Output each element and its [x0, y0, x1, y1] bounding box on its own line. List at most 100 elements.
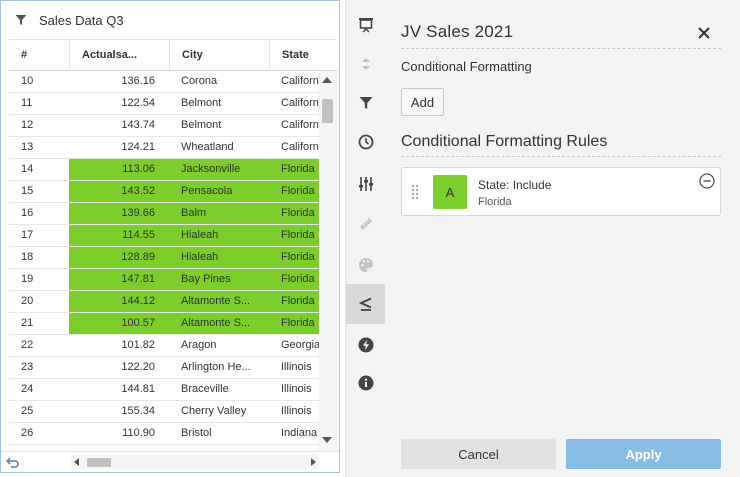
- table-row[interactable]: 24 144.81 Braceville Illinois: [9, 379, 319, 401]
- cell-city[interactable]: Aragon: [169, 335, 269, 356]
- toolbar-presentation[interactable]: [346, 5, 386, 45]
- toolbar-palette[interactable]: [346, 245, 386, 285]
- cell-actualsales[interactable]: 101.82: [69, 335, 169, 356]
- cell-state[interactable]: Californ: [269, 93, 319, 114]
- cell-index[interactable]: 10: [9, 71, 69, 92]
- table-row[interactable]: 18 128.89 Hialeah Florida: [9, 247, 319, 269]
- rule-color-swatch[interactable]: A: [433, 175, 467, 209]
- cell-index[interactable]: 15: [9, 181, 69, 202]
- cell-index[interactable]: 18: [9, 247, 69, 268]
- table-row[interactable]: 15 143.52 Pensacola Florida: [9, 181, 319, 203]
- cell-state[interactable]: Illinois: [269, 357, 319, 378]
- cell-actualsales[interactable]: 122.20: [69, 357, 169, 378]
- cell-state[interactable]: Indiana: [269, 423, 319, 444]
- toolbar-sort[interactable]: [346, 44, 386, 84]
- table-row[interactable]: 22 101.82 Aragon Georgia: [9, 335, 319, 357]
- column-header-index[interactable]: #: [9, 40, 69, 71]
- cell-actualsales[interactable]: 136.16: [69, 71, 169, 92]
- toolbar-filter[interactable]: [346, 83, 386, 123]
- cell-actualsales[interactable]: 144.81: [69, 379, 169, 400]
- cell-state[interactable]: Florida: [269, 291, 319, 312]
- cell-city[interactable]: Hialeah: [169, 225, 269, 246]
- rule-card[interactable]: A State: Include Florida: [401, 167, 721, 216]
- cell-actualsales[interactable]: 139.66: [69, 203, 169, 224]
- cell-state[interactable]: Florida: [269, 313, 319, 334]
- cell-state[interactable]: Florida: [269, 181, 319, 202]
- filter-icon[interactable]: [15, 14, 27, 26]
- cell-index[interactable]: 26: [9, 423, 69, 444]
- cell-index[interactable]: 16: [9, 203, 69, 224]
- cell-city[interactable]: Corona: [169, 71, 269, 92]
- table-row[interactable]: 26 110.90 Bristol Indiana: [9, 423, 319, 445]
- cell-state[interactable]: Illinois: [269, 401, 319, 422]
- table-row[interactable]: 11 122.54 Belmont Californ: [9, 93, 319, 115]
- cell-city[interactable]: Belmont: [169, 115, 269, 136]
- toolbar-history[interactable]: [346, 122, 386, 162]
- toolbar-conditional-formatting[interactable]: [346, 284, 386, 324]
- column-header-city[interactable]: City: [169, 40, 269, 71]
- vertical-scrollbar[interactable]: [319, 71, 337, 451]
- table-row[interactable]: 27117.26BloomfieldIowa: [9, 445, 319, 447]
- toolbar-info[interactable]: [346, 363, 386, 403]
- close-icon[interactable]: [696, 25, 712, 41]
- table-row[interactable]: 14 113.06 Jacksonville Florida: [9, 159, 319, 181]
- table-row[interactable]: 23 122.20 Arlington He... Illinois: [9, 357, 319, 379]
- cell-city[interactable]: Hialeah: [169, 247, 269, 268]
- cell-state[interactable]: Californ: [269, 137, 319, 158]
- undo-icon[interactable]: [6, 455, 20, 469]
- toolbar-actions[interactable]: [346, 325, 386, 365]
- cell-index[interactable]: 23: [9, 357, 69, 378]
- scroll-down-icon[interactable]: [322, 437, 332, 443]
- cell-state[interactable]: Florida: [269, 269, 319, 290]
- table-row[interactable]: 21 100.57 Altamonte S... Florida: [9, 313, 319, 335]
- cell-actualsales[interactable]: 128.89: [69, 247, 169, 268]
- cell-state[interactable]: Iowa: [269, 445, 319, 447]
- table-row[interactable]: 10 136.16 Corona Californ: [9, 71, 319, 93]
- cell-index[interactable]: 13: [9, 137, 69, 158]
- cell-state[interactable]: Florida: [269, 159, 319, 180]
- cell-actualsales[interactable]: 124.21: [69, 137, 169, 158]
- cell-actualsales[interactable]: 144.12: [69, 291, 169, 312]
- cell-index[interactable]: 17: [9, 225, 69, 246]
- horizontal-scrollbar[interactable]: [71, 455, 319, 469]
- cell-city[interactable]: Pensacola: [169, 181, 269, 202]
- cell-city[interactable]: Cherry Valley: [169, 401, 269, 422]
- column-header-actualsales[interactable]: Actualsa...: [69, 40, 169, 71]
- cell-index[interactable]: 20: [9, 291, 69, 312]
- cell-city[interactable]: Bay Pines: [169, 269, 269, 290]
- cell-city[interactable]: Altamonte S...: [169, 291, 269, 312]
- cell-state[interactable]: Californ: [269, 115, 319, 136]
- column-header-state[interactable]: State: [269, 40, 337, 71]
- cell-actualsales[interactable]: 147.81: [69, 269, 169, 290]
- horizontal-scroll-thumb[interactable]: [87, 458, 111, 467]
- table-row[interactable]: 16 139.66 Balm Florida: [9, 203, 319, 225]
- cell-city[interactable]: Braceville: [169, 379, 269, 400]
- cell-index[interactable]: 27: [9, 445, 69, 447]
- cell-actualsales[interactable]: 117.26: [69, 445, 169, 447]
- remove-rule-icon[interactable]: [699, 173, 715, 189]
- toolbar-adjustments[interactable]: [346, 164, 386, 204]
- cell-state[interactable]: Florida: [269, 203, 319, 224]
- cell-city[interactable]: Arlington He...: [169, 357, 269, 378]
- table-row[interactable]: 13 124.21 Wheatland Californ: [9, 137, 319, 159]
- cell-actualsales[interactable]: 100.57: [69, 313, 169, 334]
- cell-index[interactable]: 19: [9, 269, 69, 290]
- cell-actualsales[interactable]: 143.74: [69, 115, 169, 136]
- cell-actualsales[interactable]: 122.54: [69, 93, 169, 114]
- cell-city[interactable]: Jacksonville: [169, 159, 269, 180]
- cell-index[interactable]: 12: [9, 115, 69, 136]
- cell-city[interactable]: Balm: [169, 203, 269, 224]
- drag-handle-icon[interactable]: [411, 184, 419, 200]
- cell-actualsales[interactable]: 143.52: [69, 181, 169, 202]
- cell-city[interactable]: Wheatland: [169, 137, 269, 158]
- apply-button[interactable]: Apply: [566, 439, 721, 469]
- cell-actualsales[interactable]: 110.90: [69, 423, 169, 444]
- cell-index[interactable]: 21: [9, 313, 69, 334]
- cell-actualsales[interactable]: 114.55: [69, 225, 169, 246]
- table-row[interactable]: 19 147.81 Bay Pines Florida: [9, 269, 319, 291]
- cell-state[interactable]: Florida: [269, 247, 319, 268]
- table-row[interactable]: 17 114.55 Hialeah Florida: [9, 225, 319, 247]
- cell-index[interactable]: 11: [9, 93, 69, 114]
- cell-state[interactable]: Florida: [269, 225, 319, 246]
- cancel-button[interactable]: Cancel: [401, 439, 556, 469]
